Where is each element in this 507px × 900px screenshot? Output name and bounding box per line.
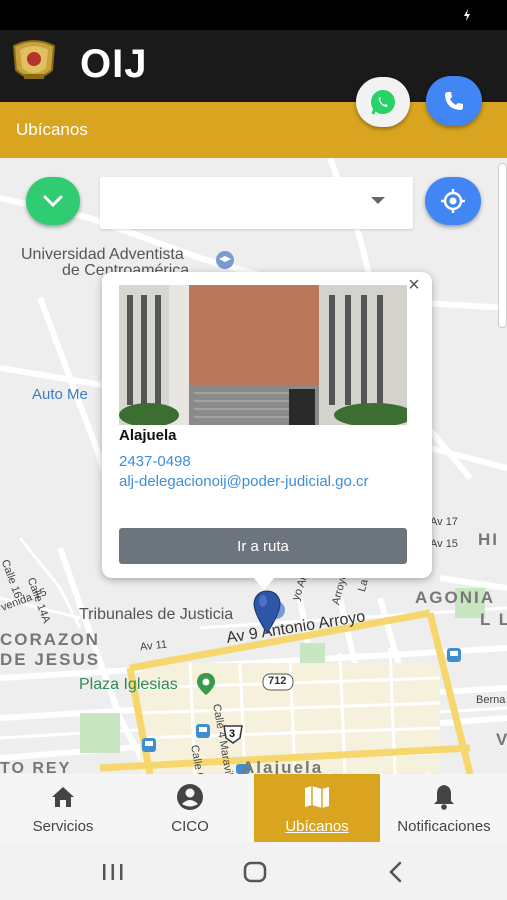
popup-tail <box>252 576 276 590</box>
map-label-tribunales: Tribunales de Justicia <box>79 606 234 623</box>
location-phone-link[interactable]: 2437-0498 <box>119 453 191 470</box>
close-icon[interactable]: × <box>404 274 424 297</box>
route-3-label: 3 <box>229 728 236 740</box>
nav-servicios[interactable]: Servicios <box>0 774 126 842</box>
location-pin-icon[interactable] <box>253 590 281 634</box>
map-label-agonia: AGONIA <box>415 588 495 607</box>
map-label-plaza-iglesias: Plaza Iglesias <box>79 676 178 693</box>
street-av15: Av 15 <box>430 538 458 550</box>
bus-stop-icon <box>196 724 210 738</box>
nav-label: CICO <box>171 818 209 835</box>
oij-badge-logo <box>12 40 56 79</box>
route-button[interactable]: Ir a ruta <box>119 528 407 564</box>
account-icon <box>177 784 203 810</box>
bottom-navigation: Servicios CICO Ubícanos Notificaciones <box>0 774 507 842</box>
locate-icon <box>441 189 465 213</box>
home-button-icon[interactable] <box>242 860 268 884</box>
bell-icon <box>434 785 454 810</box>
map-label-hi: HI <box>478 530 499 549</box>
map-icon <box>305 786 329 808</box>
building-photo <box>119 285 407 425</box>
recent-apps-icon[interactable] <box>100 862 126 882</box>
university-icon <box>216 251 234 269</box>
my-location-button[interactable] <box>425 177 481 225</box>
battery-icon <box>464 9 470 21</box>
chevron-down-icon <box>43 195 63 208</box>
map-label-alajuela: Alajuela <box>242 758 324 774</box>
map-label-v: V <box>496 730 507 749</box>
section-title: Ubícanos <box>16 120 88 139</box>
nav-label: Notificaciones <box>397 818 491 835</box>
map-side-handle[interactable] <box>498 163 507 328</box>
whatsapp-button[interactable] <box>356 77 410 127</box>
map-label-agonia-2: L L <box>480 610 507 629</box>
home-icon <box>52 787 74 807</box>
back-icon[interactable] <box>386 860 406 884</box>
nav-cico[interactable]: CICO <box>127 774 253 842</box>
location-info-popup: × Alajuela 2437-0498 alj-delegacionoij@p… <box>102 272 432 578</box>
location-select[interactable] <box>100 177 413 229</box>
nav-notificaciones[interactable]: Notificaciones <box>381 774 507 842</box>
map-label-to-rey: TO REY <box>0 760 72 774</box>
app-title: OIJ <box>80 42 148 86</box>
system-navigation-bar <box>0 842 507 900</box>
nav-label: Ubícanos <box>285 818 349 835</box>
bus-stop-icon <box>142 738 156 752</box>
whatsapp-icon <box>371 90 395 115</box>
route-712-label: 712 <box>268 675 287 687</box>
call-button[interactable] <box>426 76 482 126</box>
park-pin-icon <box>197 673 215 695</box>
map-label-de-jesus: DE JESUS <box>0 650 101 669</box>
map-label-auto-mercado: Auto Me <box>32 386 88 403</box>
bus-stop-icon <box>447 648 461 662</box>
phone-icon <box>445 92 463 110</box>
street-berna: Berna <box>476 694 506 706</box>
street-av17: Av 17 <box>430 516 458 528</box>
status-bar <box>0 0 507 30</box>
dropdown-caret-icon <box>371 197 385 204</box>
nav-label: Servicios <box>32 818 94 835</box>
nav-ubicanos[interactable]: Ubícanos <box>254 774 380 842</box>
map-label-corazon: CORAZON <box>0 630 100 649</box>
location-name: Alajuela <box>119 427 177 444</box>
expand-button[interactable] <box>26 177 80 225</box>
location-email-link[interactable]: alj-delegacionoij@poder-judicial.go.cr <box>119 472 379 491</box>
